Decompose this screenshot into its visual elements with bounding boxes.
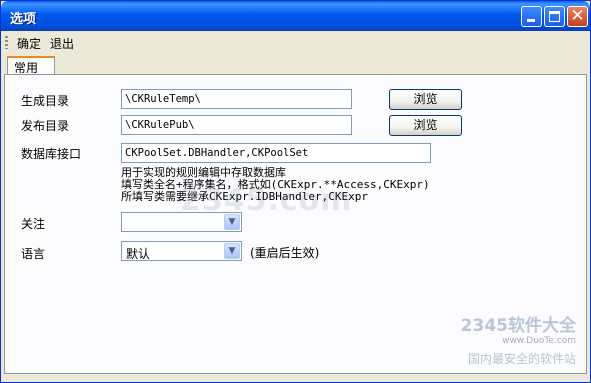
publish-dir-browse-button[interactable]: 浏览 <box>389 115 462 136</box>
overlay-watermark: 2345.com <box>180 183 353 218</box>
maximize-button[interactable] <box>544 6 565 27</box>
watermark: 2345软件大全 www.DuoTe.com 国内最安全的软件站 <box>461 311 576 367</box>
toolbar-grip-icon[interactable] <box>5 36 8 49</box>
title-bar[interactable]: 选项 ✕ <box>1 1 590 31</box>
language-select-value: 默认 <box>126 247 151 261</box>
language-label: 语言 <box>21 247 46 261</box>
tab-strip: 常用 <box>1 55 590 75</box>
generate-dir-browse-button[interactable]: 浏览 <box>389 89 462 110</box>
tab-general[interactable]: 常用 <box>7 56 55 75</box>
generate-dir-label: 生成目录 <box>21 94 70 108</box>
menu-exit[interactable]: 退出 <box>50 35 74 52</box>
maximize-icon <box>549 11 560 22</box>
focus-label: 关注 <box>21 217 46 231</box>
generate-dir-input[interactable]: \CKRuleTemp\ <box>121 89 352 109</box>
watermark-slogan: 国内最安全的软件站 <box>467 352 576 366</box>
publish-dir-input[interactable]: \CKRulePub\ <box>121 115 352 135</box>
tab-page-general: 生成目录 \CKRuleTemp\ 浏览 发布目录 \CKRulePub\ 浏览… <box>4 74 587 374</box>
close-button[interactable]: ✕ <box>567 6 588 27</box>
publish-dir-label: 发布目录 <box>21 119 70 133</box>
options-window: 选项 ✕ 确定 退出 常用 生成目录 \CKRuleTemp\ 浏览 发布目录 … <box>0 0 591 383</box>
close-icon: ✕ <box>570 6 585 26</box>
language-note: (重启后生效) <box>250 246 320 260</box>
menu-ok[interactable]: 确定 <box>17 35 41 52</box>
window-title: 选项 <box>10 12 37 27</box>
language-select[interactable]: 默认 ▼ <box>121 241 242 261</box>
minimize-icon <box>527 19 535 22</box>
minimize-button[interactable] <box>521 6 542 27</box>
menu-bar: 确定 退出 <box>1 31 590 53</box>
db-interface-input[interactable]: CKPoolSet.DBHandler,CKPoolSet <box>121 143 431 163</box>
watermark-brand: 2345软件大全 <box>460 316 576 336</box>
chevron-down-icon[interactable]: ▼ <box>224 243 240 259</box>
db-interface-label: 数据库接口 <box>21 147 82 161</box>
watermark-url: www.DuoTe.com <box>502 336 576 346</box>
